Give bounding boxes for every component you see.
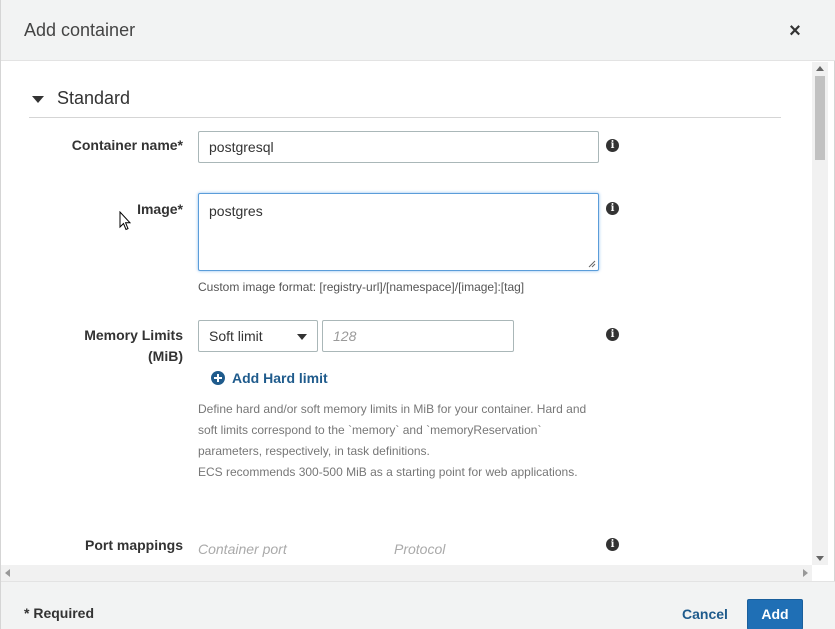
vertical-scrollbar-thumb[interactable] <box>815 76 825 160</box>
resize-grip-icon[interactable] <box>588 260 596 268</box>
description-line: parameters, respectively, in task defini… <box>198 444 430 458</box>
port-mappings-info-icon[interactable]: i <box>606 538 619 551</box>
mouse-cursor-icon <box>119 211 131 231</box>
container-name-label: Container name* <box>71 137 183 153</box>
scroll-up-arrow-icon[interactable] <box>816 66 824 71</box>
add-hard-limit-label: Add Hard limit <box>232 370 328 386</box>
required-note: * Required <box>24 605 95 621</box>
add-button[interactable]: Add <box>747 599 803 629</box>
section-standard-header[interactable]: Standard <box>29 86 781 118</box>
image-textarea[interactable]: postgres <box>198 193 599 271</box>
image-format-hint: Custom image format: [registry-url]/[nam… <box>198 280 525 294</box>
add-container-modal: Add container × Standard Container name*… <box>0 0 835 629</box>
horizontal-scrollbar[interactable] <box>1 565 812 581</box>
container-name-info-icon[interactable]: i <box>606 139 619 152</box>
plus-circle-icon <box>211 371 225 385</box>
modal-header: Add container × <box>1 0 835 61</box>
memory-limit-input[interactable]: 128 <box>322 320 514 352</box>
memory-limits-info-icon[interactable]: i <box>606 328 619 341</box>
scroll-left-arrow-icon[interactable] <box>5 569 10 577</box>
cancel-button[interactable]: Cancel <box>682 606 728 622</box>
memory-limits-label: Memory Limits (MiB) <box>41 325 183 367</box>
scroll-right-arrow-icon[interactable] <box>803 569 808 577</box>
memory-limits-label-line2: (MiB) <box>148 348 183 364</box>
description-line: soft limits correspond to the `memory` a… <box>198 423 542 437</box>
protocol-select[interactable]: Protocol <box>394 541 445 557</box>
section-title[interactable]: Standard <box>57 88 130 109</box>
memory-limits-description: Define hard and/or soft memory limits in… <box>198 399 598 483</box>
description-line: Define hard and/or soft memory limits in… <box>198 402 587 416</box>
port-mappings-label: Port mappings <box>84 537 183 553</box>
scroll-down-arrow-icon[interactable] <box>816 556 824 561</box>
modal-body[interactable]: Standard Container name* postgresql i Im… <box>1 62 812 565</box>
caret-down-icon[interactable] <box>32 96 44 103</box>
modal-title: Add container <box>24 20 136 40</box>
description-line: ECS recommends 300-500 MiB as a starting… <box>198 465 578 479</box>
image-label: Image* <box>137 201 183 217</box>
chevron-down-icon <box>297 334 307 340</box>
image-info-icon[interactable]: i <box>606 202 619 215</box>
container-name-input[interactable]: postgresql <box>198 131 599 163</box>
memory-limit-placeholder: 128 <box>333 328 357 344</box>
memory-limit-type-value: Soft limit <box>209 328 263 344</box>
modal-footer: * Required Cancel Add <box>1 581 835 629</box>
memory-limits-label-line1: Memory Limits <box>84 327 183 343</box>
memory-limit-type-select[interactable]: Soft limit <box>198 320 318 352</box>
container-port-input[interactable]: Container port <box>198 541 287 557</box>
vertical-scrollbar[interactable] <box>812 62 828 565</box>
image-value: postgres <box>209 203 263 219</box>
close-icon[interactable]: × <box>787 21 803 41</box>
